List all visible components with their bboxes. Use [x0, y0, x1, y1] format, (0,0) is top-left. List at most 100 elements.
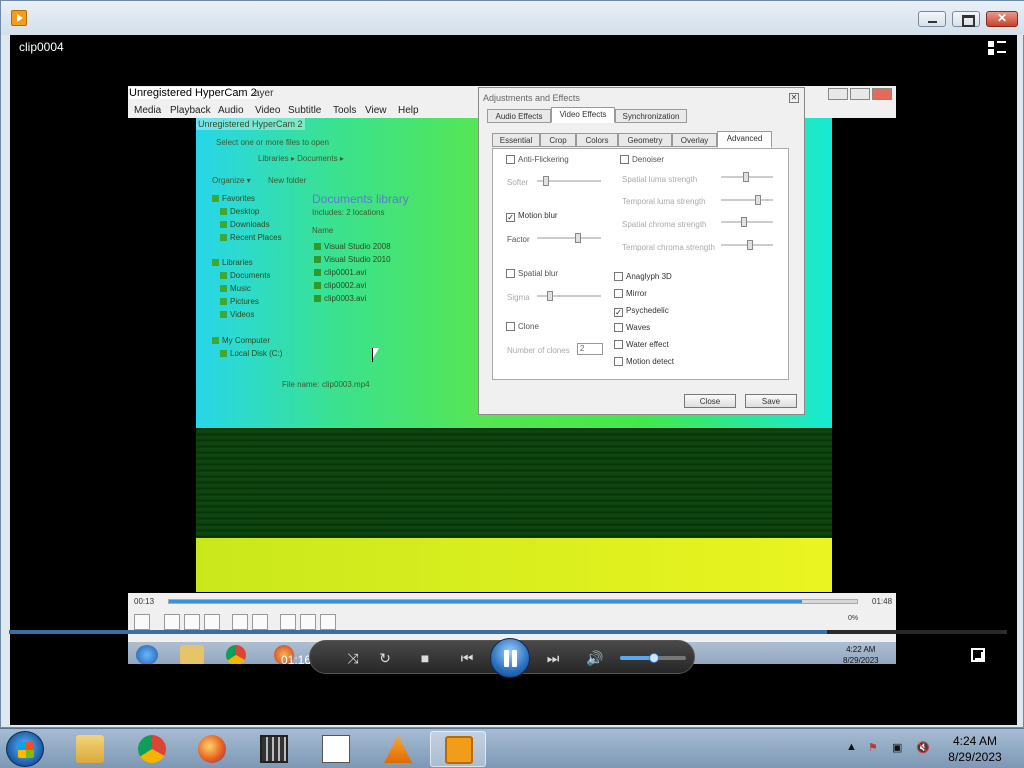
inner-loop-icon: [300, 614, 316, 630]
denoiser-checkbox: Denoiser: [620, 155, 664, 164]
stop-icon[interactable]: ■: [416, 649, 434, 667]
repeat-icon[interactable]: ↻: [376, 649, 394, 667]
menu-media: Media: [134, 105, 162, 116]
menu-tools: Tools: [333, 105, 357, 116]
checkbox-label: Clone: [518, 322, 539, 331]
temporal-chroma-label: Temporal chroma strength: [622, 243, 715, 252]
minimize-button[interactable]: [918, 11, 946, 27]
exit-fullscreen-icon[interactable]: [971, 648, 985, 662]
file-item: clip0003.avi: [314, 294, 366, 303]
nav-desktop: Desktop: [220, 207, 259, 216]
spatial-blur-checkbox: Spatial blur: [506, 269, 558, 278]
network-icon[interactable]: ▣: [892, 741, 902, 754]
taskbar-explorer[interactable]: [62, 731, 118, 767]
close-button[interactable]: [986, 11, 1018, 27]
checkbox-box: [506, 269, 515, 278]
inner-time-elapsed: 00:13: [134, 597, 155, 606]
system-clock[interactable]: 4:24 AM 8/29/2023: [940, 733, 1010, 765]
new-folder-button: New folder: [268, 176, 307, 185]
checkbox-box: ✓: [506, 213, 515, 222]
anaglyph-checkbox: Anaglyph 3D: [614, 272, 672, 281]
nav-music: Music: [220, 284, 251, 293]
recorded-controls-band: [196, 538, 832, 592]
mirror-checkbox: Mirror: [614, 289, 647, 298]
inner-time-total: 01:48: [872, 597, 893, 606]
taskbar-notepad[interactable]: [308, 731, 364, 767]
nav-recent-places: Recent Places: [220, 233, 282, 242]
checkbox-label: Motion blur: [518, 211, 558, 220]
checkbox-label: Denoiser: [632, 155, 665, 164]
next-icon[interactable]: ⏭: [538, 649, 568, 667]
menu-playback: Playback: [170, 105, 211, 116]
vlc-app-icon[interactable]: [11, 10, 27, 26]
menu-video: Video: [255, 105, 281, 116]
file-item: clip0002.avi: [314, 281, 366, 290]
inner-close-button: [872, 88, 892, 100]
dialog-save-button: Save: [745, 394, 797, 408]
checkbox-box: [614, 340, 623, 349]
temporal-luma-label: Temporal luma strength: [622, 197, 706, 206]
action-center-icon[interactable]: ⚑: [868, 741, 878, 754]
fullscreen-controller: ⤨ ↻ ■ ⏮ ⏭ 🔊: [309, 638, 695, 678]
video-area[interactable]: clip0004 Unregistered HyperCam 2 ayer Me…: [10, 35, 1017, 725]
previous-icon[interactable]: ⏮: [452, 649, 482, 667]
recorded-video-frame: Unregistered HyperCam 2 ayer Media Playb…: [128, 86, 896, 664]
checkbox-box: [506, 155, 515, 164]
windows-taskbar: ▲ ⚑ ▣ 🔇 4:24 AM 8/29/2023: [0, 728, 1024, 768]
screen: clip0004 Unregistered HyperCam 2 ayer Me…: [0, 0, 1024, 768]
taskbar-movie-maker[interactable]: [246, 731, 302, 767]
nav-pictures: Pictures: [220, 297, 259, 306]
inner-prev-icon: [164, 614, 180, 630]
inner-hypercam-watermark: Unregistered HyperCam 2: [196, 118, 305, 130]
checkbox-box: [614, 323, 623, 332]
taskbar-firefox[interactable]: [184, 731, 240, 767]
checkbox-label: Psychedelic: [626, 306, 669, 315]
checkbox-label: Anaglyph 3D: [626, 272, 672, 281]
volume-slider[interactable]: [620, 653, 686, 663]
file-item: Visual Studio 2008: [314, 242, 391, 251]
temporal-luma-slider: [721, 195, 773, 205]
dialog-header: Select one or more files to open: [216, 138, 329, 147]
clock-time: 4:24 AM: [952, 734, 998, 748]
inner-seek-fill: [169, 600, 802, 603]
inner-clock: 4:22 AM 8/29/2023: [843, 644, 879, 664]
taskbar-vlc[interactable]: [370, 731, 426, 767]
tab-crop: Crop: [540, 133, 576, 147]
tab-advanced: Advanced: [717, 131, 772, 148]
window-titlebar[interactable]: [1, 1, 1024, 35]
inner-volume-label: 0%: [848, 615, 859, 622]
nav-documents: Documents: [220, 271, 270, 280]
pause-button[interactable]: [490, 638, 530, 678]
show-hidden-icons[interactable]: ▲: [846, 741, 857, 753]
name-column-header: Name: [312, 226, 334, 235]
dialog-title: Adjustments and Effects: [483, 93, 580, 103]
water-effect-checkbox: Water effect: [614, 340, 669, 349]
checkbox-label: Spatial blur: [518, 269, 559, 278]
maximize-button[interactable]: [952, 11, 980, 27]
tab-video-effects: Video Effects: [551, 107, 615, 123]
mouse-cursor: [372, 348, 379, 362]
playlist-toggle-icon[interactable]: [988, 41, 1006, 55]
dialog-breadcrumb: Libraries ▸ Documents ▸: [258, 154, 344, 163]
seek-bar[interactable]: [9, 630, 1007, 634]
volume-knob[interactable]: [649, 653, 660, 663]
seek-bar-fill: [9, 630, 828, 634]
firefox-icon: [198, 735, 226, 763]
checkbox-label: Anti-Flickering: [518, 155, 569, 164]
taskbar-chrome[interactable]: [124, 731, 180, 767]
inner-clock-date: 8/29/2023: [843, 656, 879, 664]
spatial-luma-slider: [721, 172, 773, 182]
inner-next-icon: [204, 614, 220, 630]
start-button[interactable]: [6, 731, 44, 767]
folder-icon: [76, 735, 104, 763]
inner-playlist-icon: [280, 614, 296, 630]
library-title: Documents library: [312, 192, 409, 206]
nav-favorites: Favorites: [212, 194, 255, 203]
volume-muted-icon[interactable]: 🔇: [916, 741, 930, 754]
shuffle-icon[interactable]: ⤨: [344, 649, 362, 667]
menu-subtitle: Subtitle: [288, 105, 322, 116]
checkbox-box: [614, 357, 623, 366]
tab-overlay: Overlay: [672, 133, 717, 147]
volume-icon[interactable]: 🔊: [586, 649, 604, 667]
taskbar-vlc-player[interactable]: [430, 731, 486, 767]
